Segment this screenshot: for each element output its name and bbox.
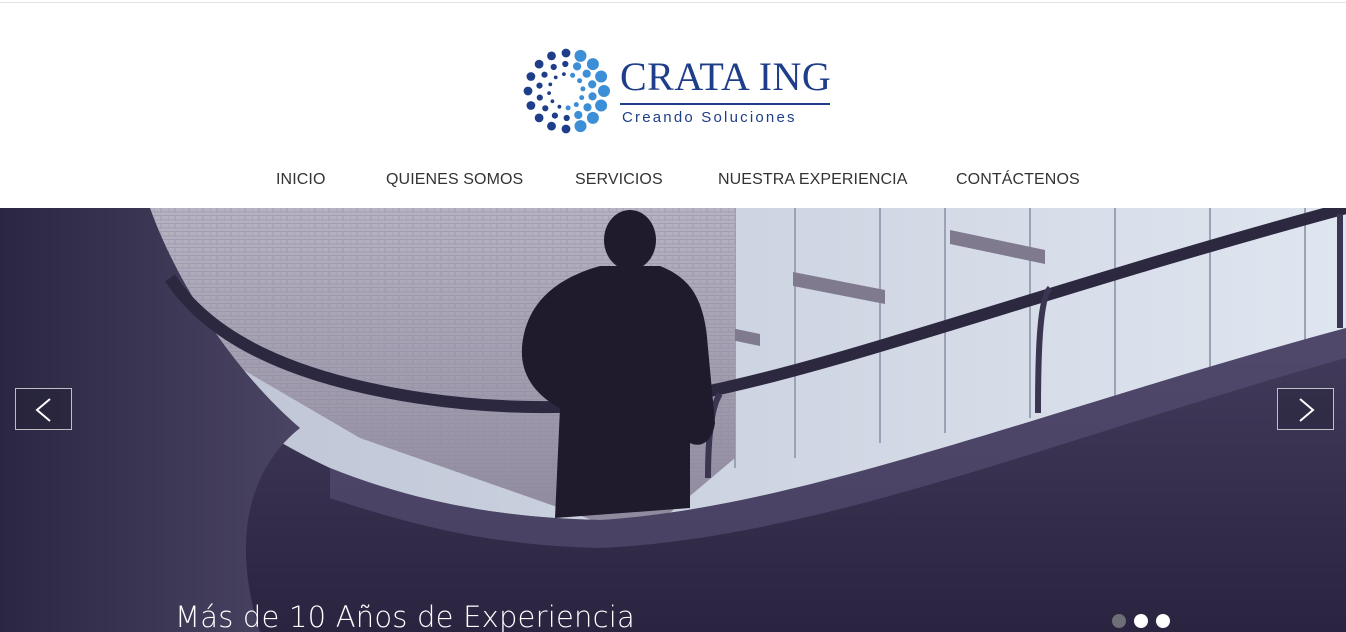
slider-prev-button[interactable] — [15, 388, 72, 430]
slide-caption: Más de 10 Años de Experiencia — [175, 600, 635, 632]
hero-slide-image — [0, 208, 1346, 632]
brand-tagline: Creando Soluciones — [622, 109, 797, 126]
brand-name: CRATA ING — [620, 54, 832, 99]
chevron-right-icon — [1299, 398, 1315, 422]
slider-dot-2[interactable] — [1134, 614, 1148, 628]
site-logo[interactable]: CRATA ING Creando Soluciones — [520, 47, 840, 135]
slider-dot-3[interactable] — [1156, 614, 1170, 628]
hero-slider: Más de 10 Años de Experiencia — [0, 208, 1346, 632]
nav-item-nuestra-experiencia[interactable]: NUESTRA EXPERIENCIA — [718, 171, 908, 189]
brand-underline — [620, 103, 830, 105]
logo-dots-icon — [523, 48, 610, 134]
slider-next-button[interactable] — [1277, 388, 1334, 430]
slider-dot-1[interactable] — [1112, 614, 1126, 628]
main-navigation: INICIO QUIENES SOMOS SERVICIOS NUESTRA E… — [0, 171, 1346, 193]
nav-item-contactenos[interactable]: CONTÁCTENOS — [956, 171, 1080, 189]
nav-item-servicios[interactable]: SERVICIOS — [575, 171, 663, 189]
nav-item-quienes-somos[interactable]: QUIENES SOMOS — [386, 171, 523, 189]
chevron-left-icon — [35, 398, 51, 422]
nav-item-inicio[interactable]: INICIO — [276, 171, 326, 189]
site-header: CRATA ING Creando Soluciones INICIO QUIE… — [0, 3, 1346, 208]
slider-pagination — [1112, 614, 1182, 630]
